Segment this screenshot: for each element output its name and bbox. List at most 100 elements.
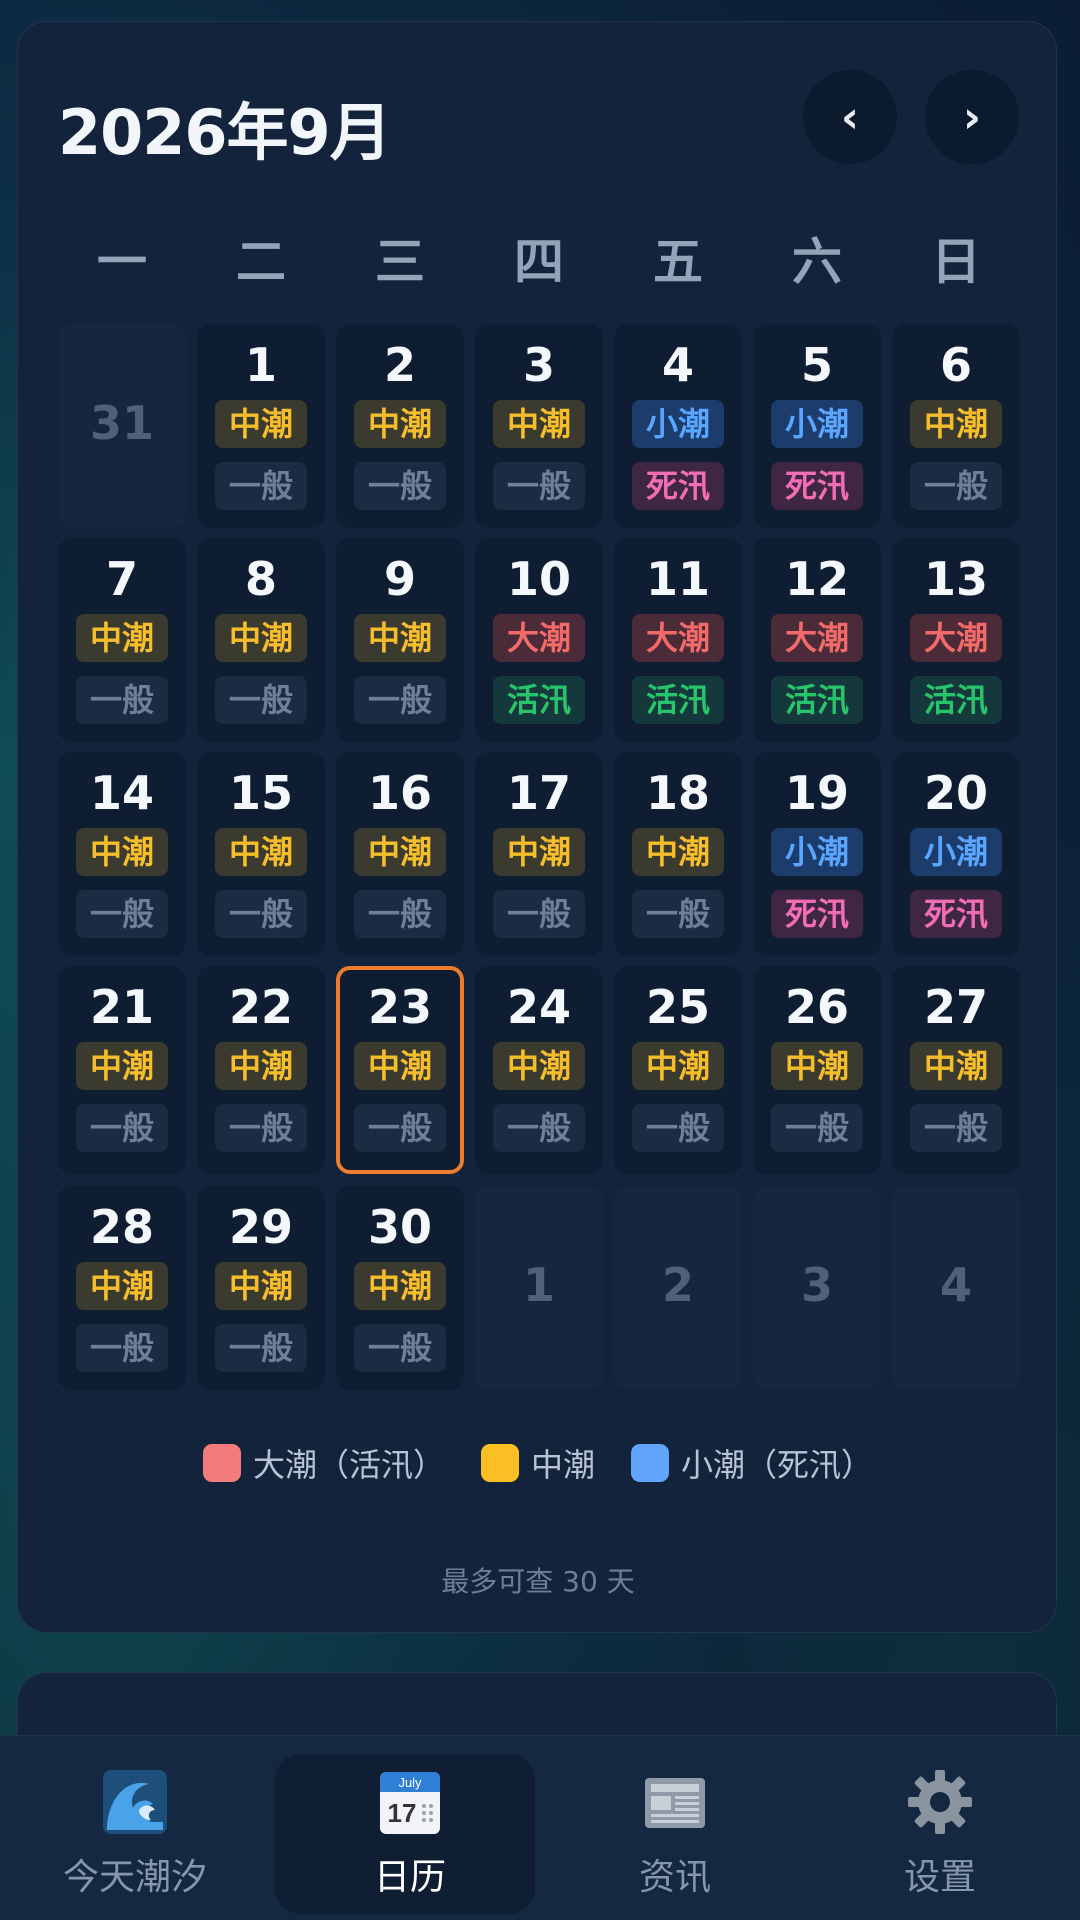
calendar-day-cell[interactable]: 11 大潮 活汛: [614, 538, 742, 742]
calendar-day-cell[interactable]: 14 中潮一般: [58, 752, 186, 956]
calendar-day-cell[interactable]: 9 中潮 一般: [336, 538, 464, 742]
calendar-day-cell[interactable]: 1 中潮 一般: [197, 324, 325, 528]
calendar-day-cell[interactable]: 27 中潮 一般: [892, 966, 1020, 1174]
fishing-badge: 一般: [354, 676, 446, 724]
calendar-day-cell[interactable]: 17 中潮 一般: [475, 752, 603, 956]
tide-badge: 中潮: [632, 1042, 724, 1090]
calendar-day-cell[interactable]: 6 中潮 一般: [892, 324, 1020, 528]
tide-badge: 中潮: [76, 1042, 168, 1090]
tide-badge: 中潮: [76, 828, 168, 876]
fishing-badge: 一般: [354, 1324, 446, 1372]
calendar-day-cell[interactable]: 20 小潮 死汛: [892, 752, 1020, 956]
weekday-label: 五: [653, 233, 703, 291]
calendar-day-cell[interactable]: 7 中潮 一般: [58, 538, 186, 742]
calendar-day-cell[interactable]: 10 大潮活汛: [475, 538, 603, 742]
fishing-badge: 一般: [493, 890, 585, 938]
day-number: 28: [89, 1200, 154, 1254]
calendar-day-cell[interactable]: 21 中潮一般: [58, 966, 186, 1174]
calendar-day-cell[interactable]: 5 小潮死汛: [753, 324, 881, 528]
tide-badge: 大潮: [493, 614, 585, 662]
tide-badge: 大潮: [910, 614, 1002, 662]
fishing-badge: 一般: [76, 890, 168, 938]
fishing-badge: 一般: [632, 890, 724, 938]
tab-label: 今天潮汐: [62, 1857, 207, 1898]
calendar-day-cell[interactable]: 26 中潮 一般: [753, 966, 881, 1174]
calendar-day-cell[interactable]: 30 中潮 一般: [336, 1186, 464, 1390]
calendar-day-cell[interactable]: 29 中潮 一般: [197, 1186, 325, 1390]
fishing-badge: 一般: [354, 462, 446, 510]
calendar-day-cell[interactable]: 13 大潮 活汛: [892, 538, 1020, 742]
tide-badge: 中潮: [215, 400, 307, 448]
calendar-day-cell[interactable]: 16 中潮 一般: [336, 752, 464, 956]
tide-badge: 中潮: [493, 828, 585, 876]
range-note: 最多可查 30 天: [441, 1565, 635, 1598]
calendar-day-cell-today[interactable]: 23 中潮 一般: [336, 966, 464, 1174]
day-number: 29: [228, 1200, 293, 1254]
day-number: 5: [800, 338, 833, 392]
day-number: 2: [383, 338, 416, 392]
fishing-badge: 死汛: [910, 890, 1002, 938]
tide-badge: 中潮: [354, 614, 446, 662]
calendar-day-cell[interactable]: 28 中潮 一般: [58, 1186, 186, 1390]
fishing-badge: 活汛: [632, 676, 724, 724]
newspaper-icon: [645, 1778, 705, 1828]
day-number: 2: [661, 1258, 694, 1312]
fishing-badge: 死汛: [771, 462, 863, 510]
fishing-badge: 一般: [910, 1104, 1002, 1152]
day-number: 10: [506, 552, 571, 606]
legend-label: 中潮: [530, 1446, 595, 1484]
bottom-tab-bar: 今天潮汐 July 17 日历 资讯 设置: [0, 1735, 1080, 1920]
day-number: 19: [784, 766, 849, 820]
tide-badge: 小潮: [771, 400, 863, 448]
calendar-day-cell[interactable]: 8 中潮 一般: [197, 538, 325, 742]
calendar-day-cell[interactable]: 22 中潮 一般: [197, 966, 325, 1174]
prev-month-button[interactable]: ‹: [803, 70, 897, 164]
calendar-day-cell[interactable]: 18 中潮 一般: [614, 752, 742, 956]
tab-settings[interactable]: 设置: [805, 1736, 1075, 1920]
fishing-badge: 活汛: [493, 676, 585, 724]
calendar-icon-day: 17: [388, 1798, 417, 1828]
calendar-icon-month: July: [398, 1775, 422, 1790]
day-number: 14: [89, 766, 154, 820]
weekday-label: 二: [236, 233, 286, 291]
fishing-badge: 一般: [215, 1104, 307, 1152]
weekday-header: 一 二 三 四 五 六 日: [58, 222, 1024, 292]
day-number: 16: [367, 766, 432, 820]
day-number: 12: [784, 552, 849, 606]
next-month-button[interactable]: ›: [925, 70, 1019, 164]
day-number: 3: [522, 338, 555, 392]
calendar-day-cell[interactable]: 12 大潮 活汛: [753, 538, 881, 742]
legend-label: 大潮（活汛）: [252, 1446, 445, 1484]
tide-badge: 中潮: [215, 1042, 307, 1090]
day-number: 30: [367, 1200, 432, 1254]
calendar-day-cell-outside[interactable]: 4: [892, 1186, 1020, 1390]
calendar-day-cell-outside[interactable]: 2: [614, 1186, 742, 1390]
calendar-day-cell-outside[interactable]: 3: [753, 1186, 881, 1390]
tab-calendar[interactable]: July 17 日历: [275, 1736, 545, 1920]
tide-badge: 中潮: [354, 1042, 446, 1090]
day-number: 21: [89, 980, 154, 1034]
weekday-label: 一: [97, 233, 147, 291]
calendar-day-cell-outside[interactable]: 1: [475, 1186, 603, 1390]
tab-today-tide[interactable]: 今天潮汐: [0, 1736, 270, 1920]
day-number: 13: [923, 552, 988, 606]
legend-swatch: [631, 1444, 669, 1482]
fishing-badge: 一般: [76, 1104, 168, 1152]
tab-label: 资讯: [638, 1857, 711, 1898]
calendar-day-cell-outside[interactable]: 31: [58, 324, 186, 528]
calendar-day-cell[interactable]: 4 小潮 死汛: [614, 324, 742, 528]
chevron-left-icon: ‹: [840, 91, 860, 143]
calendar-day-cell[interactable]: 19 小潮 死汛: [753, 752, 881, 956]
tide-badge: 中潮: [76, 614, 168, 662]
calendar-day-cell[interactable]: 24 中潮 一般: [475, 966, 603, 1174]
tide-badge: 中潮: [215, 614, 307, 662]
tab-news[interactable]: 资讯: [540, 1736, 810, 1920]
tide-badge: 中潮: [493, 1042, 585, 1090]
tide-badge: 中潮: [910, 1042, 1002, 1090]
tab-label: 设置: [903, 1857, 976, 1898]
calendar-day-cell[interactable]: 2 中潮 一般: [336, 324, 464, 528]
calendar-day-cell[interactable]: 3 中潮 一般: [475, 324, 603, 528]
calendar-day-cell[interactable]: 15 中潮 一般: [197, 752, 325, 956]
day-number: 7: [105, 552, 138, 606]
calendar-day-cell[interactable]: 25 中潮 一般: [614, 966, 742, 1174]
